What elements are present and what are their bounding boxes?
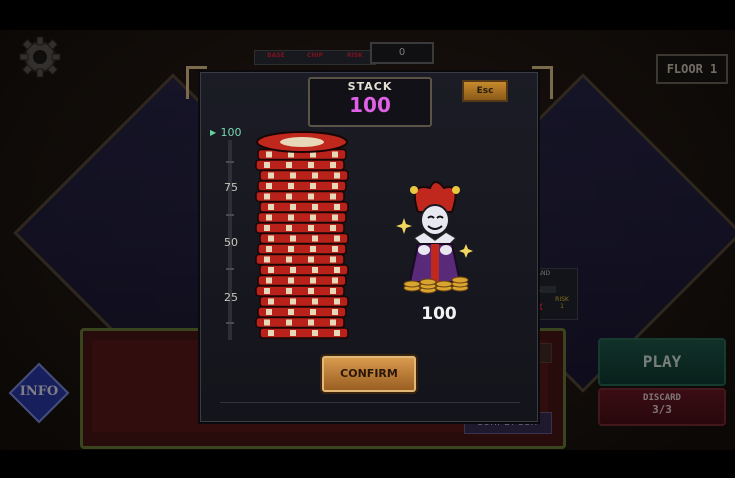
chip-stack-icon[interactable] <box>252 128 356 344</box>
jester-icon <box>396 181 473 294</box>
stack-value: 100 <box>349 93 391 117</box>
stack-title: STACK <box>347 80 393 93</box>
slider-tick-mark <box>226 322 234 324</box>
confirm-button[interactable]: CONFIRM <box>322 356 416 392</box>
divider <box>220 402 520 403</box>
slider-tick-label: 100 <box>220 126 242 139</box>
esc-close-button[interactable]: Esc <box>462 80 508 102</box>
bet-amount-label: 100 <box>421 304 457 324</box>
slider-tick-label: 25 <box>224 291 238 304</box>
slider-tick-label: 50 <box>224 236 238 249</box>
slider-tick-mark <box>226 268 234 270</box>
slider-tick-mark <box>226 214 234 216</box>
slider-tick-mark <box>226 161 234 163</box>
slider-tick-label: 75 <box>224 181 238 194</box>
slider-pointer-icon[interactable]: ▶ <box>210 128 216 137</box>
